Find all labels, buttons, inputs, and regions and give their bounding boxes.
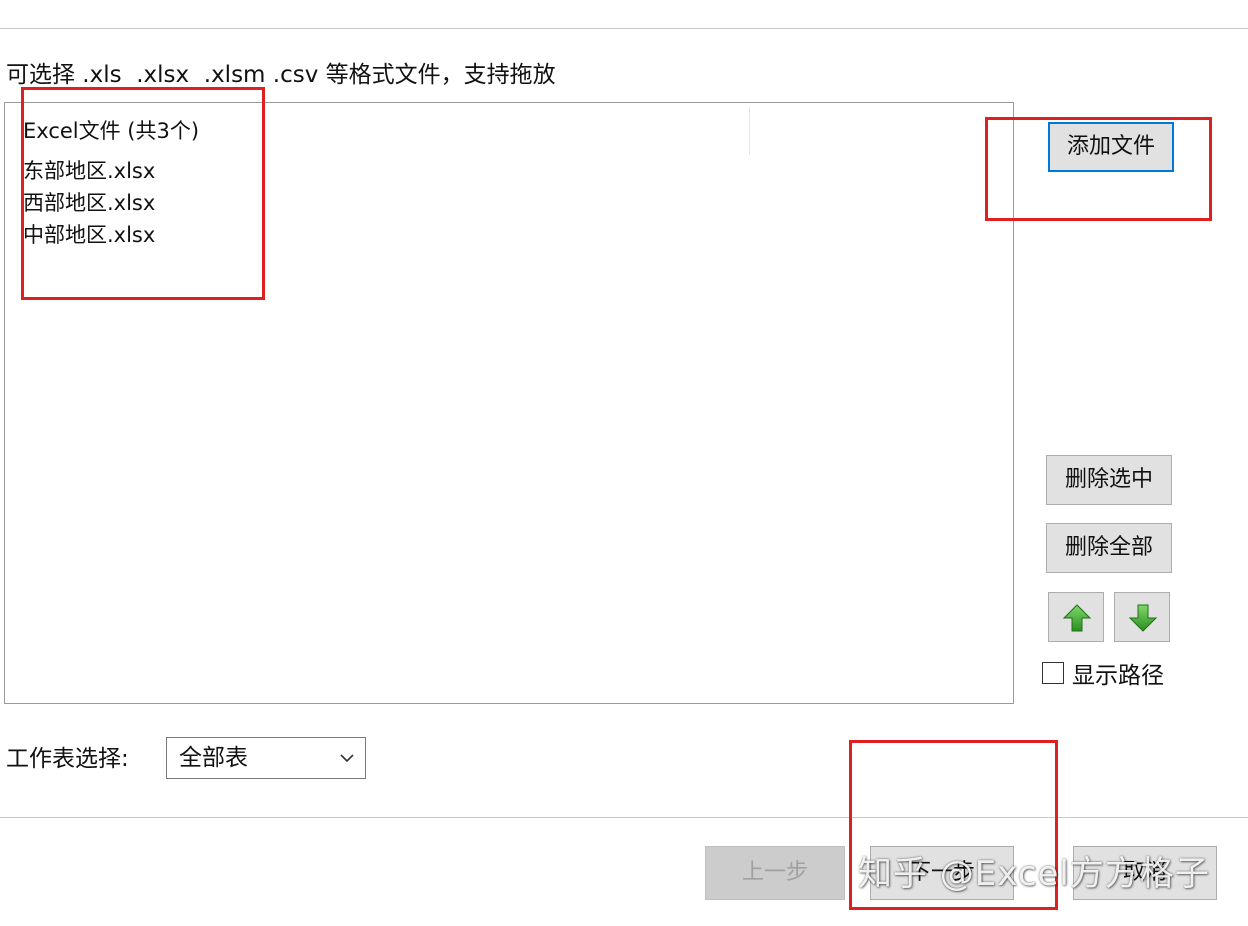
column-separator	[749, 107, 750, 155]
sheet-select-value: 全部表	[179, 745, 248, 771]
top-divider	[0, 28, 1248, 29]
list-item[interactable]: 东部地区.xlsx	[23, 157, 155, 185]
add-files-button[interactable]: 添加文件	[1048, 122, 1174, 172]
arrow-down-icon	[1128, 604, 1158, 632]
sheet-select-dropdown[interactable]: 全部表	[166, 737, 366, 779]
arrow-up-icon	[1062, 604, 1092, 632]
chevron-down-icon	[340, 754, 354, 763]
sheet-select-label: 工作表选择:	[6, 746, 129, 772]
bottom-divider	[0, 817, 1248, 818]
show-path-option[interactable]: 显示路径	[1042, 656, 1164, 690]
move-down-button[interactable]	[1114, 592, 1170, 642]
list-item[interactable]: 西部地区.xlsx	[23, 189, 155, 217]
file-list[interactable]: Excel文件 (共3个) 东部地区.xlsx 西部地区.xlsx 中部地区.x…	[4, 102, 1014, 704]
show-path-label: 显示路径	[1072, 663, 1164, 689]
show-path-checkbox[interactable]	[1042, 662, 1064, 684]
watermark: 知乎 @Excel方方格子	[858, 854, 1210, 894]
format-hint: 可选择 .xls .xlsx .xlsm .csv 等格式文件，支持拖放	[6, 62, 556, 88]
delete-selected-button[interactable]: 删除选中	[1046, 455, 1172, 505]
delete-all-button[interactable]: 删除全部	[1046, 523, 1172, 573]
move-up-button[interactable]	[1048, 592, 1104, 642]
file-list-header: Excel文件 (共3个)	[23, 119, 200, 143]
prev-step-button[interactable]: 上一步	[705, 846, 845, 900]
list-item[interactable]: 中部地区.xlsx	[23, 221, 155, 249]
